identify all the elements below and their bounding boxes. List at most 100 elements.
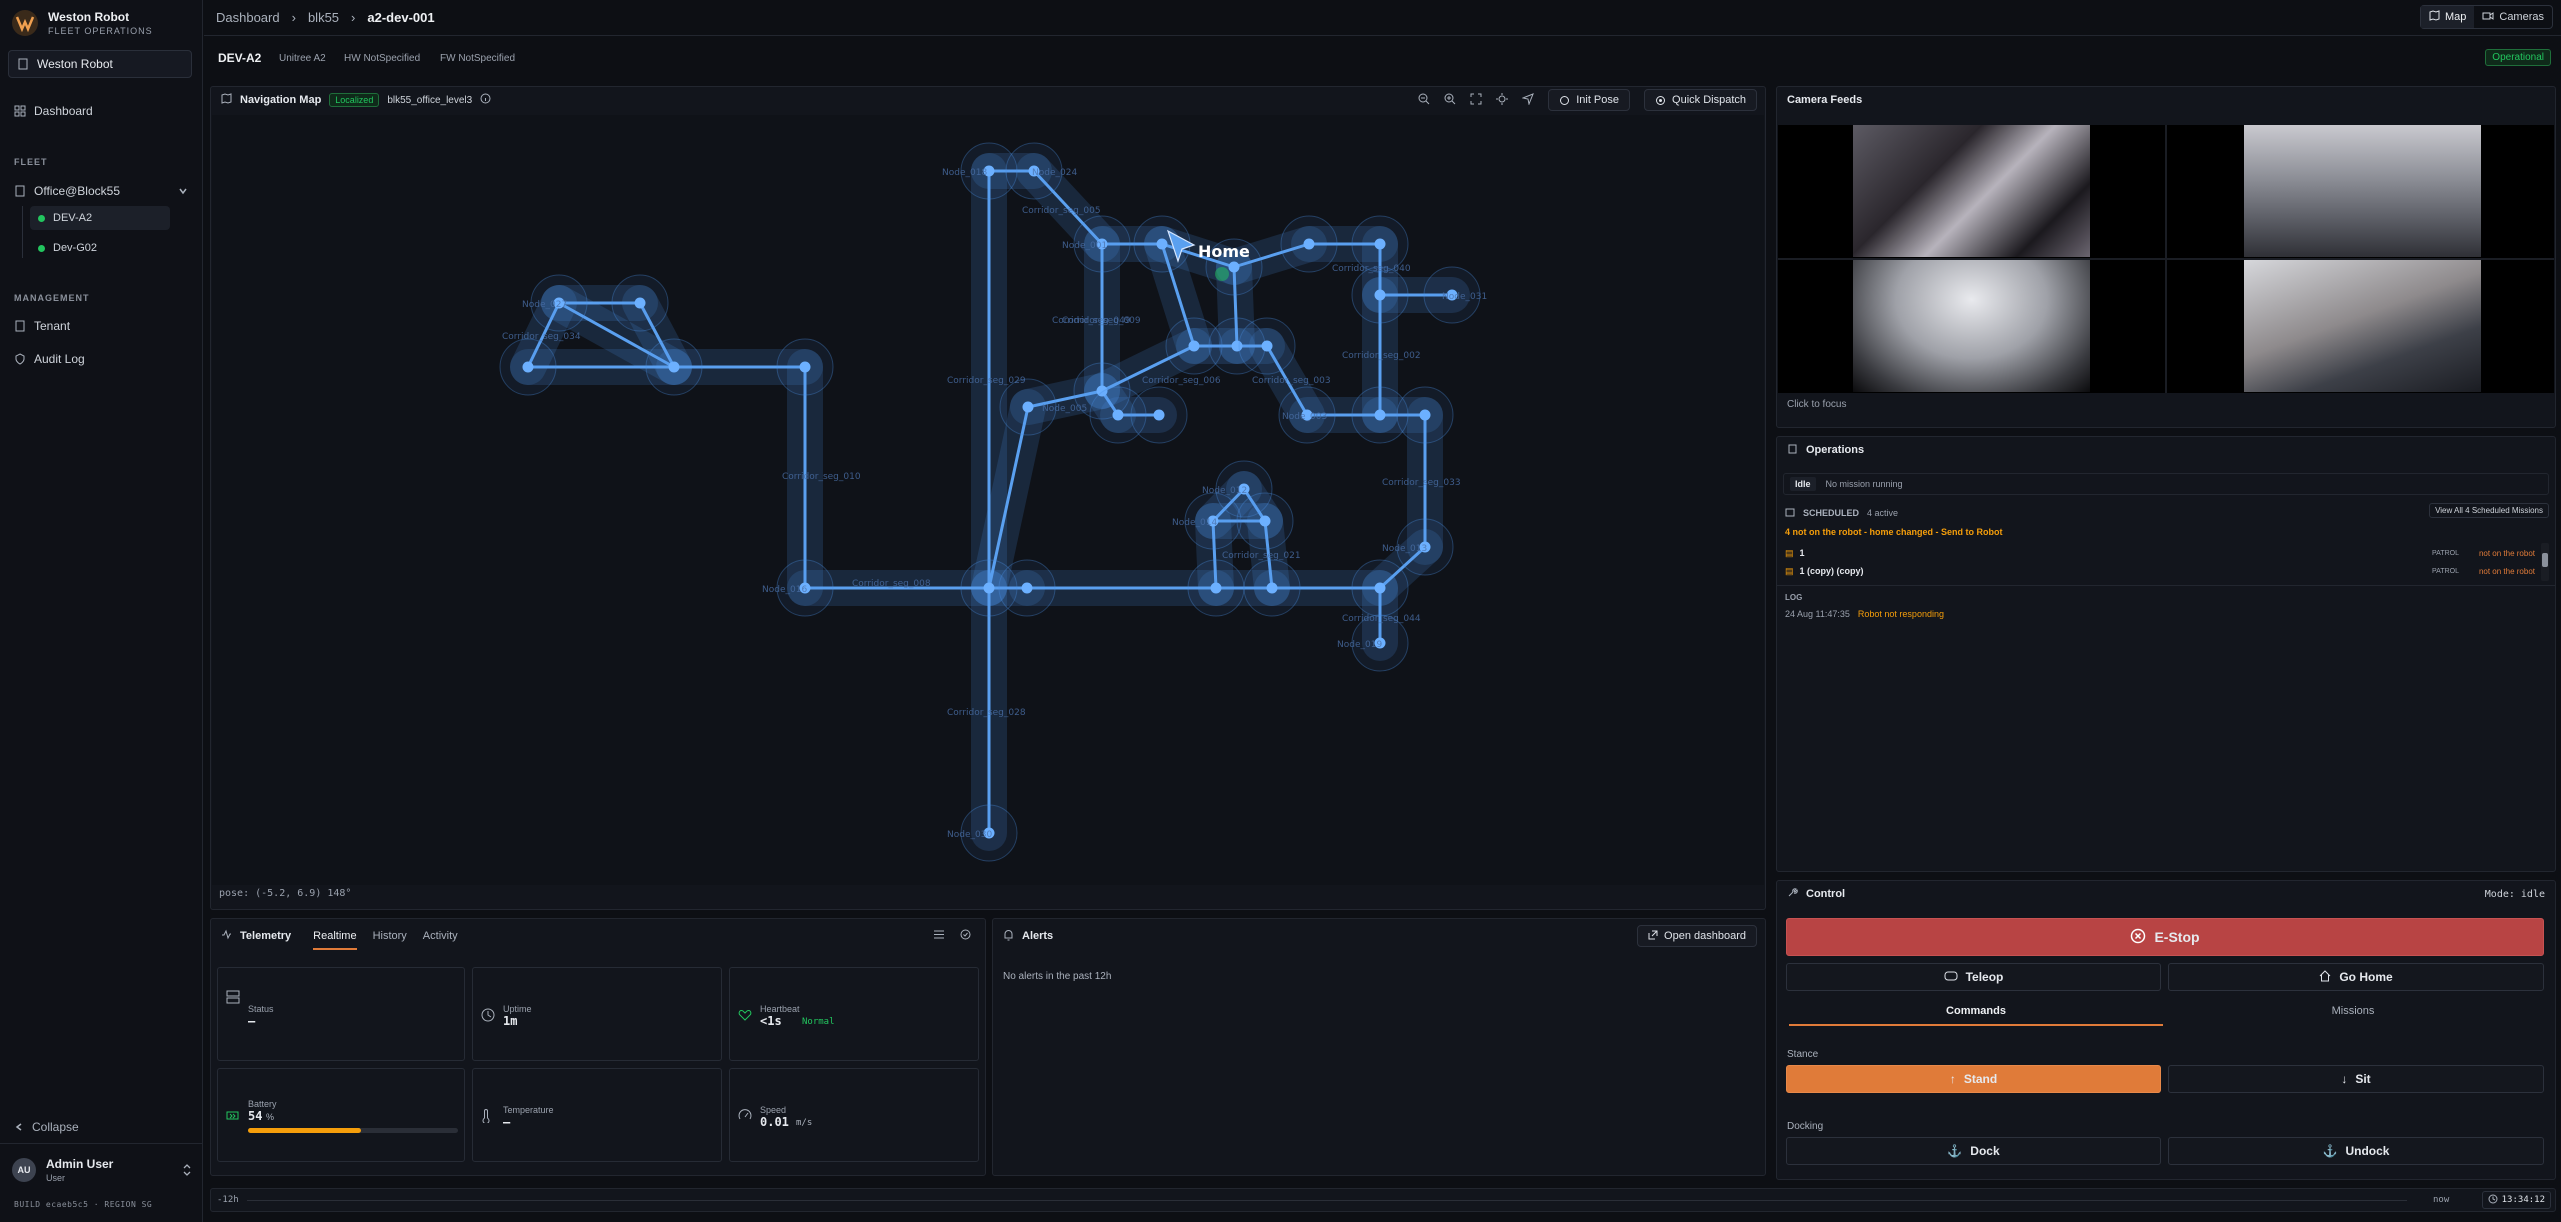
map-node-label: Corridor_seg_044: [1342, 614, 1421, 624]
mission-row[interactable]: ▤ 1 PATROL not on the robot: [1785, 545, 2535, 561]
dock-button[interactable]: ⚓ Dock: [1786, 1137, 2161, 1165]
schedule-scrollbar[interactable]: [2541, 543, 2549, 581]
battery-icon: [226, 1109, 242, 1125]
heartbeat-state: Normal: [802, 1017, 835, 1027]
map-node: [1228, 261, 1240, 273]
map-canvas[interactable]: Node_018 Node_024 Corridor_seg_005 Node_001…: [212, 115, 1764, 885]
tab-activity[interactable]: Activity: [423, 930, 458, 942]
speed-value: 0.01: [760, 1115, 789, 1129]
shield-check-icon[interactable]: [960, 929, 971, 943]
gamepad-icon: [1944, 970, 1958, 984]
robot-info-bar: DEV-A2 Unitree A2 HW NotSpecified FW Not…: [204, 46, 2561, 70]
arrow-up-icon: ↑: [1949, 1072, 1956, 1086]
user-menu[interactable]: AU Admin User User: [12, 1155, 192, 1185]
map-node: [799, 361, 811, 373]
clipboard-icon: [1787, 443, 1798, 457]
undock-button[interactable]: ⚓ Undock: [2168, 1137, 2544, 1165]
map-icon: [221, 93, 232, 107]
uptime-label: Uptime: [503, 1004, 532, 1014]
view-cameras-button[interactable]: Cameras: [2474, 6, 2552, 28]
map-node-label: Node_016: [762, 585, 807, 595]
breadcrumb-site[interactable]: blk55: [308, 10, 339, 25]
brand: Weston Robot FLEET OPERATIONS: [12, 10, 153, 36]
map-node-label: Corridor_seg_028: [947, 708, 1026, 718]
robot-hw: HW NotSpecified: [344, 53, 421, 64]
camera-feed-2[interactable]: [2244, 125, 2481, 257]
bell-icon: [1003, 929, 1014, 944]
init-pose-button[interactable]: Init Pose: [1548, 89, 1631, 111]
user-name: Admin User: [46, 1157, 114, 1171]
temperature-label: Temperature: [503, 1105, 554, 1115]
teleop-button[interactable]: Teleop: [1786, 963, 2161, 991]
site-label: Office@Block55: [34, 184, 120, 198]
tab-missions[interactable]: Missions: [2163, 1005, 2543, 1017]
navigate-icon[interactable]: [1521, 92, 1535, 108]
map-node: [522, 361, 534, 373]
anchor-icon: ⚓: [2322, 1144, 2338, 1158]
quick-dispatch-button[interactable]: Quick Dispatch: [1644, 89, 1757, 111]
map-node-label: Corridor_seg_010: [782, 472, 861, 482]
breadcrumb-dashboard[interactable]: Dashboard: [216, 10, 280, 25]
open-dashboard-button[interactable]: Open dashboard: [1637, 925, 1757, 947]
tenant-selector[interactable]: Weston Robot: [8, 50, 192, 78]
chevron-down-icon[interactable]: [178, 186, 188, 196]
management-section-label: MANAGEMENT: [14, 293, 90, 303]
control-title: Control: [1806, 888, 1846, 900]
map-node-label: Corridor_seg_005: [1022, 206, 1101, 216]
docking-label: Docking: [1787, 1121, 1824, 1132]
camera-feed-4[interactable]: [2244, 260, 2481, 392]
map-node: [1266, 582, 1278, 594]
alerts-panel: Alerts Open dashboard No alerts in the p…: [992, 918, 1766, 1176]
view-cameras-label: Cameras: [2499, 11, 2544, 23]
state-badge: Idle: [1790, 477, 1816, 491]
map-node-label: Corridor_seg_009: [1062, 316, 1141, 326]
collapse-button[interactable]: Collapse: [8, 1114, 194, 1140]
nav-audit-log[interactable]: Audit Log: [8, 346, 194, 372]
nav-tenant[interactable]: Tenant: [8, 313, 194, 339]
camera-feed-3[interactable]: [1853, 260, 2090, 392]
tab-history[interactable]: History: [373, 930, 407, 942]
status-value: –: [248, 1014, 256, 1028]
nav-tenant-label: Tenant: [34, 319, 71, 333]
grid-icon: [14, 105, 26, 117]
site-office-block55[interactable]: Office@Block55: [8, 178, 194, 204]
mission-row[interactable]: ▤ 1 (copy) (copy) PATROL not on the robo…: [1785, 563, 2535, 579]
zoom-in-icon[interactable]: [1444, 93, 1456, 108]
top-bar: Dashboard › blk55 › a2-dev-001 Map Camer…: [204, 0, 2561, 36]
camera-header: Camera Feeds: [1777, 87, 2555, 113]
robot-item-dev-g02[interactable]: Dev-G02: [30, 236, 170, 260]
external-link-icon: [1648, 930, 1658, 943]
stand-button[interactable]: ↑ Stand: [1786, 1065, 2161, 1093]
view-map-button[interactable]: Map: [2420, 6, 2475, 28]
view-all-button[interactable]: View All 4 Scheduled Missions: [2429, 503, 2549, 518]
control-tabs: Commands Missions: [1789, 999, 2543, 1026]
list-settings-icon[interactable]: [933, 929, 945, 943]
teleop-label: Teleop: [1965, 970, 2004, 984]
locate-robot-icon[interactable]: [1496, 92, 1509, 108]
schedule-warning[interactable]: 4 not on the robot - home changed - Send…: [1785, 527, 2002, 537]
timeline-track[interactable]: [247, 1200, 2407, 1201]
tab-realtime[interactable]: Realtime: [313, 930, 357, 950]
estop-button[interactable]: E-Stop: [1786, 918, 2544, 956]
zoom-out-icon[interactable]: [1418, 93, 1430, 108]
map-node-label: Node_001: [1062, 241, 1107, 251]
robot-item-dev-a2[interactable]: DEV-A2: [30, 206, 170, 230]
heartbeat-label: Heartbeat: [760, 1004, 800, 1014]
map-icon: [2429, 10, 2440, 24]
nav-dashboard[interactable]: Dashboard: [8, 98, 194, 124]
tab-commands[interactable]: Commands: [1789, 1005, 2163, 1017]
camera-feeds-panel: Camera Feeds Click to focus: [1776, 86, 2556, 428]
info-icon[interactable]: [480, 93, 491, 107]
sit-button[interactable]: ↓ Sit: [2168, 1065, 2544, 1093]
camera-feed-1[interactable]: [1853, 125, 2090, 257]
timeline-bar[interactable]: -12h now 13:34:12: [210, 1188, 2556, 1212]
status-dot: [38, 214, 45, 222]
log-label: LOG: [1785, 593, 1803, 602]
video-icon: [2482, 11, 2494, 24]
map-graph[interactable]: Node_018 Node_024 Corridor_seg_005 Node_001…: [212, 115, 1764, 885]
home-marker: [1215, 267, 1229, 281]
camera-grid: [1778, 125, 2554, 393]
battery-label: Battery: [248, 1099, 277, 1109]
go-home-button[interactable]: Go Home: [2168, 963, 2544, 991]
fit-screen-icon[interactable]: [1470, 93, 1482, 108]
